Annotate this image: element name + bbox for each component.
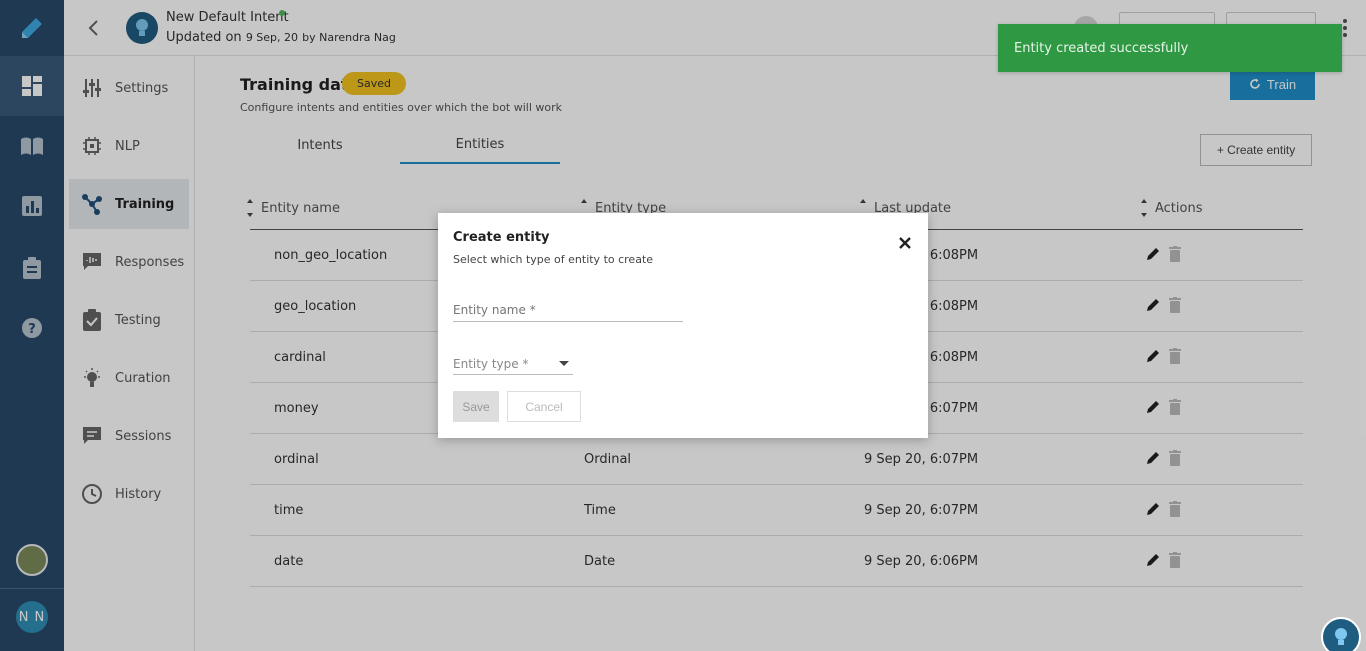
create-entity-dialog: Create entity Select which type of entit… (438, 213, 928, 438)
success-toast: Entity created successfully (998, 24, 1342, 72)
entity-type-placeholder: Entity type * (453, 356, 529, 371)
chevron-down-icon (559, 361, 569, 366)
entity-name-input[interactable] (453, 299, 683, 322)
assistant-bulb-icon[interactable] (1321, 617, 1361, 651)
dialog-subtitle: Select which type of entity to create (453, 253, 654, 266)
save-button[interactable]: Save (453, 391, 499, 422)
cancel-button[interactable]: Cancel (507, 391, 581, 422)
close-icon[interactable] (898, 235, 912, 249)
entity-type-select[interactable]: Entity type * (453, 353, 573, 375)
scrollbar[interactable] (1358, 56, 1366, 436)
dialog-title: Create entity (453, 230, 550, 245)
